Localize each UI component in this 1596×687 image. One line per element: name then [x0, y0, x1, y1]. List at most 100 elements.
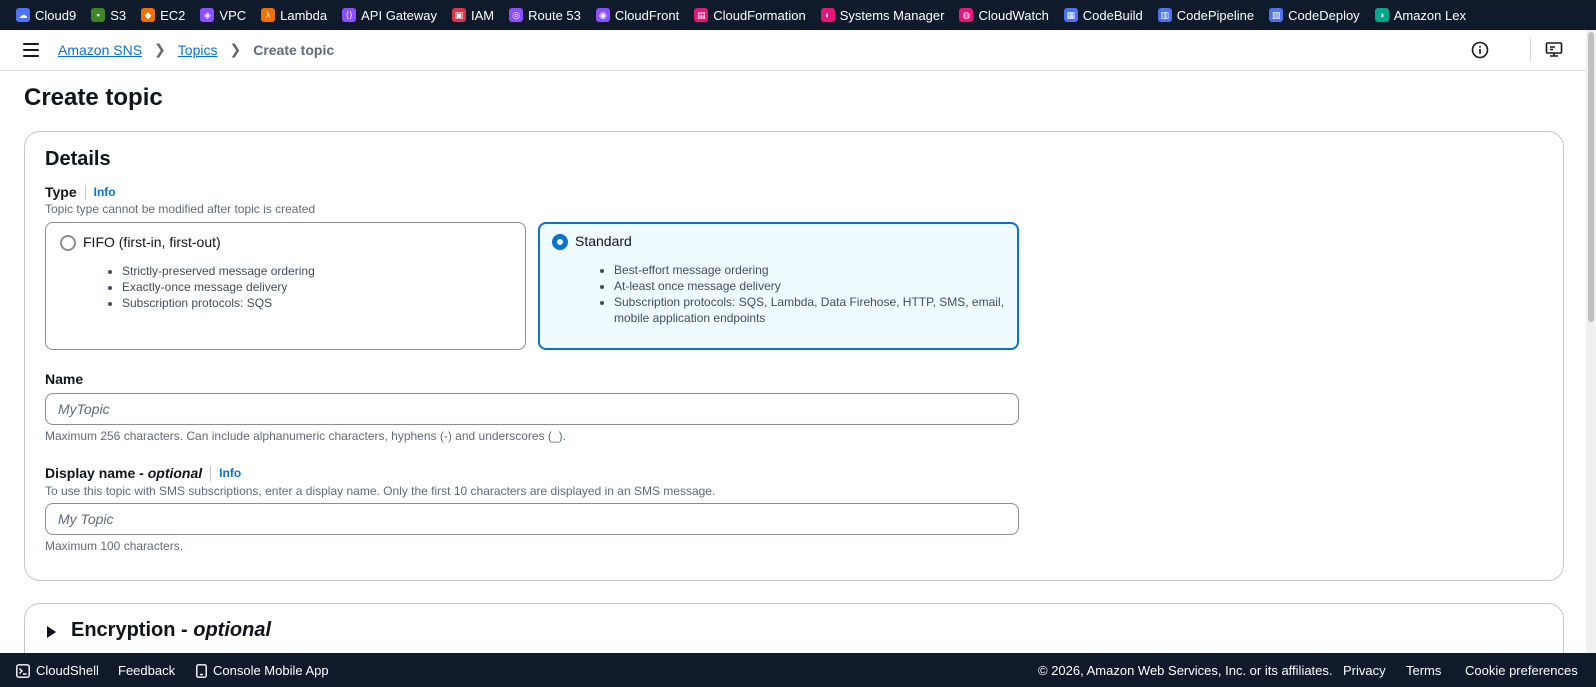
label-divider: [210, 465, 212, 481]
cloudshell-button[interactable]: CloudShell: [16, 663, 99, 678]
service-shortcut-api-gateway[interactable]: ⟨⟩ API Gateway: [342, 8, 437, 23]
iam-icon: ▣: [452, 8, 466, 22]
privacy-link[interactable]: Privacy: [1343, 663, 1386, 678]
copyright-text: © 2026, Amazon Web Services, Inc. or its…: [1038, 663, 1333, 678]
service-shortcut-cloudformation[interactable]: ▤ CloudFormation: [694, 8, 806, 23]
service-shortcut-iam[interactable]: ▣ IAM: [452, 8, 494, 23]
display-name-description: To use this topic with SMS subscriptions…: [45, 484, 716, 498]
list-item: Subscription protocols: SQS: [122, 295, 532, 311]
cloud9-icon: ☁: [16, 8, 30, 22]
service-label: IAM: [471, 7, 495, 23]
service-shortcut-codedeploy[interactable]: ▧ CodeDeploy: [1269, 8, 1360, 23]
cloudfront-icon: ◉: [595, 8, 610, 22]
display-name-label: Display name -: [45, 465, 144, 481]
fifo-label: FIFO (first-in, first-out): [83, 234, 221, 250]
terms-link[interactable]: Terms: [1406, 663, 1441, 678]
service-shortcut-cloudwatch[interactable]: ◍ CloudWatch: [959, 7, 1049, 23]
standard-option-tile[interactable]: Standard Best-effort message ordering At…: [538, 222, 1019, 350]
header-divider: [1530, 38, 1531, 62]
service-shortcut-cloudfront[interactable]: ◉ CloudFront: [595, 7, 680, 23]
service-label: Lambda: [280, 7, 328, 23]
service-label: CodeDeploy: [1288, 7, 1360, 23]
service-label: API Gateway: [361, 7, 437, 23]
service-shortcut-systems-manager[interactable]: ◐ Systems Manager: [820, 7, 945, 23]
cloudwatch-icon: ◍: [959, 8, 974, 22]
standard-features-list: Best-effort message ordering At-least on…: [574, 262, 1024, 326]
type-info-link[interactable]: Info: [94, 185, 116, 199]
breadcrumb-header: Amazon SNS ❯ Topics ❯ Create topic: [0, 30, 1596, 71]
scrollbar[interactable]: [1586, 30, 1596, 653]
codedeploy-icon: ▧: [1269, 8, 1284, 22]
encryption-expander[interactable]: Encryption - optional: [71, 619, 271, 642]
feedback-link[interactable]: Feedback: [118, 663, 175, 678]
name-constraint: Maximum 256 characters. Can include alph…: [45, 429, 566, 443]
service-shortcut-codepipeline[interactable]: ▥ CodePipeline: [1157, 7, 1255, 23]
breadcrumb-topics[interactable]: Topics: [178, 42, 218, 58]
menu-icon[interactable]: [23, 43, 39, 57]
fifo-option-tile[interactable]: FIFO (first-in, first-out) Strictly-pres…: [45, 222, 526, 350]
mobile-app-label: Console Mobile App: [213, 663, 329, 678]
list-item: Best-effort message ordering: [614, 262, 1024, 278]
service-label: CodePipeline: [1176, 7, 1255, 23]
breadcrumb-amazon-sns[interactable]: Amazon SNS: [58, 42, 142, 58]
service-label: CodeBuild: [1082, 7, 1143, 23]
encryption-title: Encryption -: [71, 619, 194, 641]
service-label: Route 53: [528, 7, 581, 23]
console-mobile-app-link[interactable]: Console Mobile App: [196, 663, 329, 678]
scrollbar-thumb[interactable]: [1588, 32, 1594, 322]
display-name-constraint: Maximum 100 characters.: [45, 539, 184, 553]
display-name-input[interactable]: [45, 503, 1019, 535]
cloudshell-icon: [16, 663, 30, 678]
optional-label: optional: [193, 619, 271, 641]
cookie-preferences-link[interactable]: Cookie preferences: [1465, 663, 1578, 678]
service-label: CloudFront: [614, 7, 680, 23]
display-name-info-link[interactable]: Info: [219, 466, 241, 480]
name-label-text: Name: [45, 371, 84, 387]
fifo-radio[interactable]: [60, 235, 76, 251]
chevron-right-icon: ❯: [154, 41, 166, 57]
cloudformation-icon: ▤: [694, 8, 709, 22]
cloudshell-label: CloudShell: [36, 663, 99, 678]
service-label: EC2: [160, 7, 186, 23]
service-label: Amazon Lex: [1393, 7, 1466, 23]
optional-label: optional: [147, 465, 203, 481]
list-item: At-least once message delivery: [614, 278, 1024, 294]
tutorial-panel-icon[interactable]: [1544, 40, 1564, 60]
type-description: Topic type cannot be modified after topi…: [45, 202, 316, 216]
label-divider: [84, 184, 86, 200]
service-shortcut-codebuild[interactable]: ▦ CodeBuild: [1063, 7, 1143, 23]
service-shortcut-ec2[interactable]: ◆ EC2: [141, 8, 185, 23]
service-shortcut-route53[interactable]: ◎ Route 53: [509, 8, 581, 23]
type-label: Type: [45, 184, 77, 200]
service-shortcut-cloud9[interactable]: ☁ Cloud9: [16, 8, 76, 23]
service-shortcut-lambda[interactable]: λ Lambda: [261, 8, 327, 23]
list-item: Exactly-once message delivery: [122, 279, 532, 295]
service-shortcut-s3[interactable]: ▪ S3: [91, 8, 126, 23]
caret-right-icon[interactable]: [47, 626, 56, 638]
service-shortcut-amazon-lex[interactable]: ◑ Amazon Lex: [1374, 7, 1466, 23]
s3-icon: ▪: [91, 8, 106, 22]
service-label: CloudWatch: [978, 7, 1049, 23]
lambda-icon: λ: [261, 8, 276, 22]
list-item: Subscription protocols: SQS, Lambda, Dat…: [614, 294, 1024, 326]
breadcrumb-current: Create topic: [253, 41, 335, 58]
service-label: VPC: [219, 7, 247, 23]
systems-manager-icon: ◐: [820, 8, 835, 22]
list-item: Strictly-preserved message ordering: [122, 263, 532, 279]
service-label: Systems Manager: [839, 7, 945, 23]
service-shortcut-vpc[interactable]: ◈ VPC: [200, 8, 246, 23]
vpc-icon: ◈: [200, 8, 215, 22]
name-input[interactable]: [45, 393, 1019, 425]
details-panel: Details Type Info Topic type cannot be m…: [24, 131, 1564, 581]
ec2-icon: ◆: [141, 8, 156, 22]
standard-label: Standard: [575, 233, 632, 249]
chevron-right-icon: ❯: [229, 41, 242, 57]
display-name-label-row: Display name - optional Info: [45, 465, 241, 481]
type-label-row: Type Info: [45, 184, 116, 200]
name-label: Name: [45, 371, 83, 387]
console-footer: CloudShell Feedback Console Mobile App ©…: [0, 653, 1596, 687]
service-label: Cloud9: [35, 7, 77, 23]
service-label: S3: [110, 7, 127, 23]
info-icon[interactable]: [1470, 40, 1490, 60]
standard-radio[interactable]: [552, 234, 568, 250]
